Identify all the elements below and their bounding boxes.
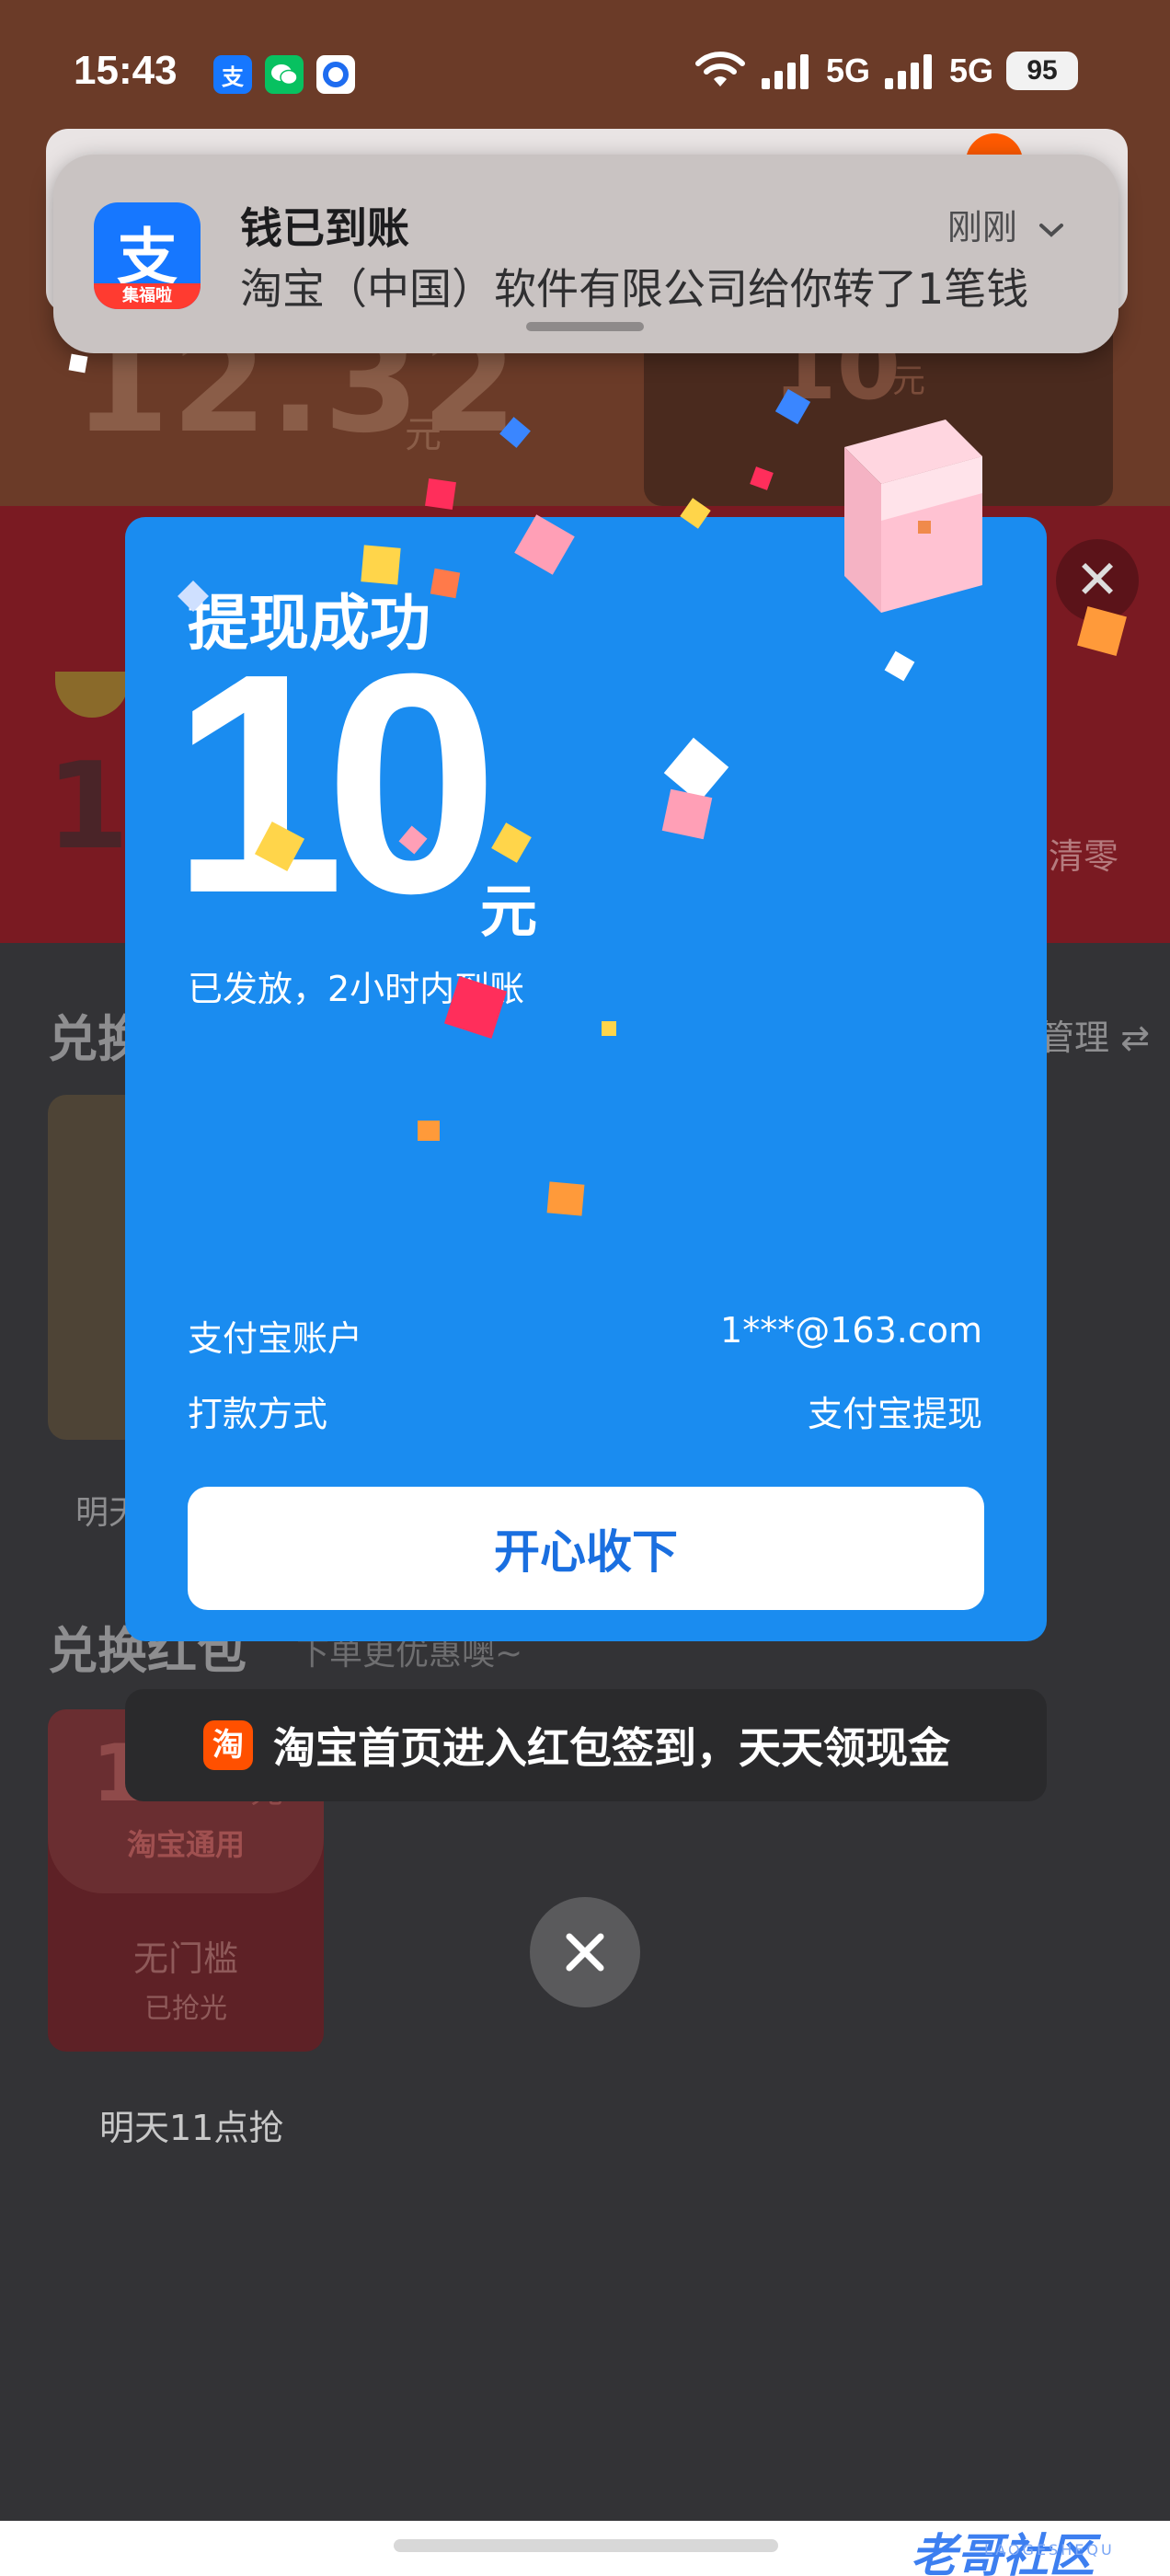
withdraw-amount: 10	[171, 609, 499, 959]
status-bar: 15:43 支 5G 5G 95	[0, 0, 1170, 129]
alipay-app-icon: 支	[213, 55, 252, 94]
battery-indicator: 95	[1006, 52, 1078, 90]
confetti-piece	[418, 1121, 440, 1141]
status-right-group: 5G 5G 95	[694, 52, 1078, 90]
wechat-app-icon	[265, 55, 304, 94]
signal-bars-icon	[761, 54, 809, 89]
network-type-1: 5G	[825, 52, 870, 89]
confetti-piece	[361, 545, 401, 585]
notification-banner[interactable]: 支 集福啦 钱已到账 刚刚 淘宝（中国）软件有限公司给你转了1笔钱	[53, 155, 1118, 353]
payment-method-value: 支付宝提现	[807, 1394, 982, 1434]
status-time: 15:43	[74, 48, 178, 93]
bg-card-unit: 元	[892, 362, 926, 400]
close-icon	[566, 1933, 604, 1972]
circle-app-icon	[316, 55, 355, 94]
taobao-icon: 淘	[203, 1720, 253, 1770]
promo-toast-text: 淘宝首页进入红包签到，天天领现金	[273, 1723, 950, 1773]
notification-body: 淘宝（中国）软件有限公司给你转了1笔钱	[240, 264, 1029, 314]
bg-tomorrow-11-label: 明天11点抢	[99, 2108, 284, 2148]
confetti-piece	[602, 1021, 616, 1036]
bg-coupon-status: 已抢光	[144, 1993, 227, 2025]
notification-grabber[interactable]	[526, 322, 644, 331]
alipay-icon-band: 集福啦	[94, 283, 201, 309]
bg-clear-text: 清零	[1049, 836, 1119, 877]
payment-method-label: 打款方式	[188, 1394, 328, 1434]
bg-balance-unit: 元	[405, 414, 442, 456]
promo-toast: 淘 淘宝首页进入红包签到，天天领现金	[125, 1689, 1047, 1801]
close-modal-button[interactable]	[530, 1897, 640, 2007]
account-label: 支付宝账户	[188, 1318, 363, 1359]
withdraw-unit: 元	[480, 878, 538, 945]
wifi-icon	[694, 52, 745, 86]
confetti-piece	[68, 353, 88, 374]
notification-title: 钱已到账	[240, 203, 409, 253]
account-value: 1***@163.com	[720, 1310, 982, 1351]
wechat-bubbles-icon	[271, 64, 298, 86]
network-type-2: 5G	[948, 52, 993, 89]
gift-box-icon	[844, 420, 982, 613]
confetti-piece	[430, 568, 461, 599]
withdraw-success-modal: 提现成功 10 元 已发放，2小时内到账 支付宝账户 1***@163.com …	[125, 420, 1047, 1641]
bg-coupon-tag: 淘宝通用	[126, 1827, 245, 1862]
confetti-piece	[546, 1181, 585, 1216]
watermark-subtext: LAOGESHEQU	[984, 2541, 1115, 2559]
chevron-down-icon	[1039, 224, 1063, 237]
bg-manage-link[interactable]: 管理 ⇄	[1039, 1009, 1150, 1060]
confetti-piece	[661, 788, 713, 840]
notification-time-text: 刚刚	[946, 207, 1017, 247]
signal-bars-icon	[884, 54, 932, 89]
accept-button[interactable]: 开心收下	[188, 1487, 984, 1610]
notification-time[interactable]: 刚刚	[947, 199, 1065, 249]
bg-coupon-condition: 无门槛	[132, 1938, 238, 1979]
home-indicator[interactable]	[394, 2539, 778, 2552]
confetti-piece	[425, 478, 456, 510]
alipay-icon: 支 集福啦	[94, 202, 201, 309]
